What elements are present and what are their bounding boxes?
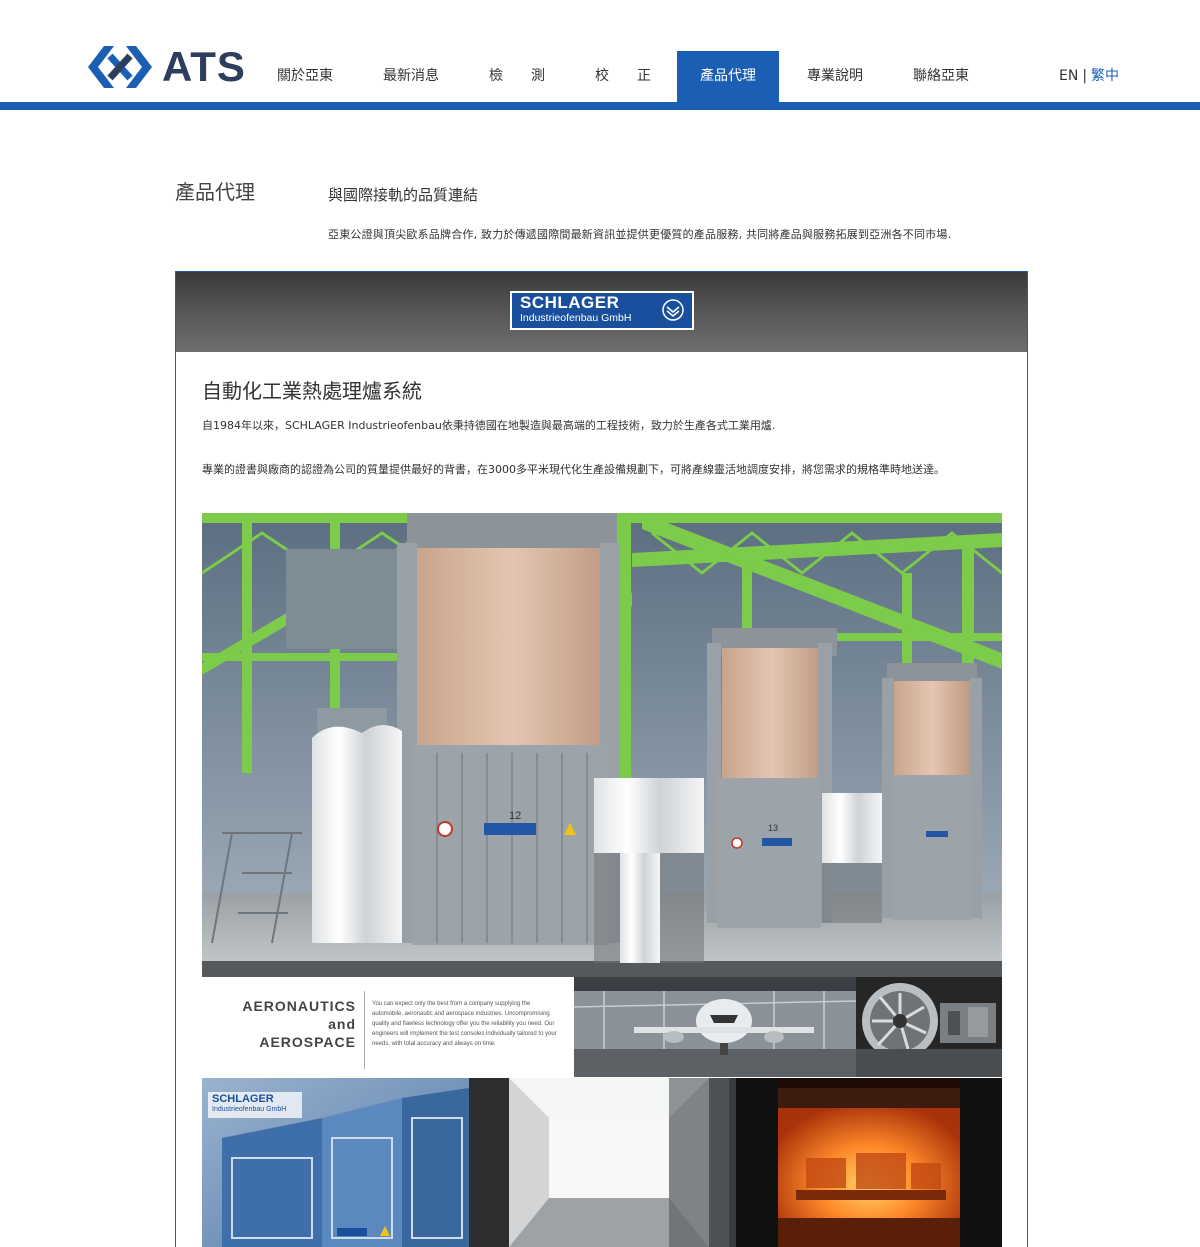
mini-brand-sub: Industrieofenbau GmbH (212, 1106, 287, 1113)
aero-line-2: and (328, 1016, 356, 1032)
furnace-hall-photo: 12 13 (202, 513, 1002, 977)
card-paragraph-1: 自1984年以來，SCHLAGER Industrieofenbau依秉持德國在… (202, 419, 776, 432)
hot-furnace-photo (736, 1078, 1002, 1247)
lang-zh-link[interactable]: 繁中 (1091, 68, 1119, 84)
mini-brand-name: SCHLAGER (212, 1093, 274, 1105)
nav-professional[interactable]: 專業說明 (782, 51, 888, 102)
furnace-interior-illustration (469, 1078, 736, 1247)
jet-engine-illustration (856, 977, 1002, 1077)
furnace-number-13: 13 (768, 823, 778, 833)
schlager-logo[interactable]: SCHLAGER Industrieofenbau GmbH (510, 291, 694, 330)
furnace-interior-photo (469, 1078, 736, 1247)
logo-text: ATS (162, 43, 246, 90)
nav-calibration[interactable]: 校 正 (570, 51, 676, 102)
page-title: 產品代理 (175, 180, 255, 204)
schlager-emblem-icon (662, 299, 684, 321)
nav-about[interactable]: 關於亞東 (252, 51, 358, 102)
nav-products[interactable]: 產品代理 (677, 51, 779, 102)
blue-furnace-photo: SCHLAGER Industrieofenbau GmbH (202, 1078, 469, 1247)
aero-body-text: You can expect only the best from a comp… (372, 1001, 557, 1047)
aeronautics-heading: AERONAUTICS and AEROSPACE (242, 997, 356, 1051)
furnace-number-12: 12 (509, 810, 521, 822)
lang-en-link[interactable]: EN (1059, 68, 1078, 84)
schlager-brand-sub: Industrieofenbau GmbH (520, 312, 632, 324)
section-subtitle: 與國際接軌的品質連結 (328, 186, 479, 204)
jet-engine-photo (856, 977, 1002, 1077)
aero-line-1: AERONAUTICS (242, 998, 356, 1014)
hot-furnace-illustration (736, 1078, 1002, 1247)
airplane-illustration (574, 977, 856, 1077)
card-title: 自動化工業熱處理爐系統 (202, 379, 422, 403)
card-paragraph-2: 專業的證書與廠商的認證為公司的質量提供最好的背書，在3000多平米現代化生產設備… (202, 463, 945, 476)
aero-line-3: AEROSPACE (259, 1034, 356, 1050)
header-divider (0, 102, 1200, 110)
furnace-hall-illustration: 12 13 (202, 513, 1002, 977)
blue-photo-brand-badge: SCHLAGER Industrieofenbau GmbH (208, 1092, 302, 1118)
nav-news[interactable]: 最新消息 (358, 51, 464, 102)
intro-paragraph: 亞東公證與頂尖歐系品牌合作, 致力於傳遞國際間最新資訊並提供更優質的產品服務, … (328, 228, 952, 241)
nav-testing[interactable]: 檢 測 (464, 51, 570, 102)
card-header-bar: SCHLAGER Industrieofenbau GmbH (176, 272, 1027, 352)
airplane-hangar-photo (574, 977, 856, 1077)
site-header: ATS 關於亞東 最新消息 檢 測 校 正 產品代理 專業說明 聯絡亞東 EN |… (0, 0, 1200, 111)
product-card-schlager: SCHLAGER Industrieofenbau GmbH 自動化工業熱處理爐… (175, 271, 1028, 1247)
schlager-brand-name: SCHLAGER (520, 293, 620, 312)
lang-separator: | (1082, 68, 1088, 84)
ats-logo[interactable]: ATS (84, 40, 245, 94)
aeronautics-panel: AERONAUTICS and AEROSPACE You can expect… (202, 977, 574, 1077)
aero-divider (364, 991, 365, 1069)
language-switch: EN | 繁中 (1059, 66, 1119, 86)
nav-contact[interactable]: 聯絡亞東 (888, 51, 994, 102)
ats-logo-icon (88, 46, 152, 88)
